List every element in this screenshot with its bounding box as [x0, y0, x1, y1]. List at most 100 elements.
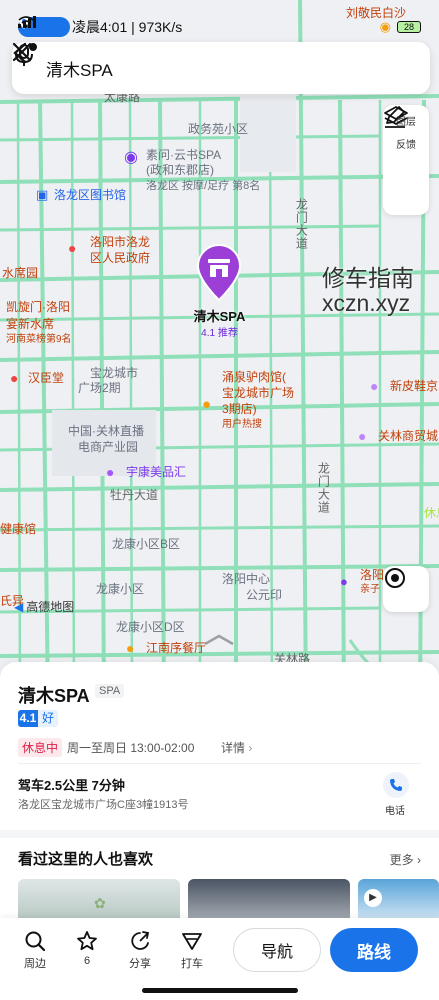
drive-info: 驾车2.5公里 7分钟: [18, 778, 125, 793]
amap-logo: ◀ 高德地图: [14, 598, 74, 615]
map-view[interactable]: 太康路 政务苑小区 ◉ 素问·云书SPA (政和东郡店) 洛龙区 按摩/足疗 第…: [0, 0, 439, 700]
map-label-area: 洛阳中心: [222, 572, 271, 586]
library-icon: ▣: [36, 187, 49, 202]
rating-score: 4.1: [18, 710, 38, 727]
map-poi-label: 宇康美品汇: [126, 465, 187, 479]
detail-label: 详情: [221, 741, 246, 755]
amap-arrow-icon: ◀: [14, 599, 24, 614]
spa-icon: ◉: [124, 149, 138, 166]
map-poi-label: 宝龙城市广场: [222, 386, 295, 400]
leaf-icon: ✿: [94, 895, 106, 911]
recommend-photo[interactable]: ✿: [18, 879, 180, 919]
recommend-photo[interactable]: ▶: [358, 879, 439, 919]
map-label-road: 龙门大道: [316, 462, 331, 514]
play-icon: ▶: [364, 889, 382, 907]
map-poi-label: 关林商贸城: [378, 429, 439, 443]
map-label-community: 政务苑小区: [188, 122, 249, 136]
restaurant-icon: ●: [126, 640, 135, 656]
recommend-photo[interactable]: [188, 879, 350, 919]
government-icon: ●: [68, 240, 77, 256]
route-button[interactable]: 路线: [330, 928, 418, 972]
opening-hours: 周一至周日 13:00-02:00: [67, 741, 195, 755]
search-input[interactable]: 清木SPA: [46, 56, 416, 81]
divider: [18, 763, 421, 764]
section-gap: [0, 830, 439, 838]
call-label: 电话: [385, 806, 405, 817]
selected-poi-pin[interactable]: [194, 244, 244, 302]
pin-label: 清木SPA: [193, 309, 246, 324]
feedback-label: 反馈: [396, 140, 416, 151]
map-poi-label: 洛龙区图书馆: [54, 188, 127, 202]
feedback-button[interactable]: 反馈: [385, 106, 416, 151]
status-icons: ◉ 28: [18, 16, 421, 35]
map-poi-label: 用户热搜: [222, 419, 262, 430]
map-poi-label: 区人民政府: [90, 251, 151, 265]
map-poi-label: 洛阳: [360, 568, 385, 582]
watermark-line: 修车指南: [322, 265, 414, 291]
clinic-icon: ●: [10, 370, 19, 386]
share-button[interactable]: 分享: [120, 930, 160, 971]
map-poi-label: 洛阳市洛龙: [90, 235, 151, 249]
status-time: 凌晨4:01 | 973K/s: [72, 19, 183, 35]
navigate-button[interactable]: 导航: [233, 928, 321, 972]
favorite-button[interactable]: 6: [67, 930, 107, 967]
alarm-icon: ◉: [379, 19, 391, 34]
search-bar[interactable]: 清木SPA: [12, 42, 430, 94]
wifi-icon: [18, 16, 34, 28]
map-label-community: 龙康小区D区: [116, 620, 185, 634]
home-indicator: [142, 988, 298, 993]
map-label-area: 广场2期: [78, 381, 121, 395]
edit-icon: [385, 106, 405, 128]
map-label-area: 公元印: [246, 588, 283, 602]
pin-rating: 4.1 推荐: [201, 328, 238, 339]
map-poi-label: 3期店): [222, 402, 257, 416]
map-poi-label: 休息: [424, 506, 439, 520]
poi-title: 清木SPA: [18, 686, 90, 706]
map-label-community: 龙康小区B区: [112, 537, 181, 551]
phone-icon: [390, 779, 402, 791]
map-label-road: 龙门大道: [294, 198, 309, 250]
search-icon: [25, 931, 46, 952]
shop-icon: ●: [370, 378, 379, 394]
shop-icon: ●: [106, 464, 115, 480]
favorite-count: 6: [83, 955, 91, 967]
map-poi-label: 新皮鞋京: [390, 379, 439, 393]
shop-icon: ●: [340, 574, 348, 589]
restaurant-icon: ●: [202, 396, 212, 413]
map-label-area: 宝龙城市: [90, 366, 139, 380]
status-badge: 休息中: [18, 738, 63, 757]
more-link[interactable]: 更多 ›: [390, 851, 421, 868]
call-button[interactable]: [383, 772, 409, 798]
rating-word: 好: [38, 710, 59, 727]
map-label-community: 龙康小区: [96, 582, 145, 596]
detail-link[interactable]: 详情 ›: [221, 739, 252, 756]
amap-logo-text: 高德地图: [26, 600, 75, 614]
battery-icon: 28: [397, 21, 421, 33]
locate-icon: [385, 568, 405, 588]
map-poi-label: 涌泉驴肉馆(: [222, 370, 286, 384]
map-poi-label: 素问·云书SPA: [146, 148, 222, 162]
chevron-right-icon: ›: [417, 853, 421, 867]
close-icon[interactable]: [12, 42, 32, 62]
map-label-road: 牡丹大道: [110, 488, 159, 502]
spa-pin-icon: [196, 244, 242, 302]
chevron-right-icon: ›: [248, 741, 253, 755]
nearby-button[interactable]: 周边: [15, 930, 55, 971]
map-poi-label: 健康馆: [0, 522, 37, 536]
map-poi-label: 洛龙区 按摩/足疗 第8名: [146, 180, 261, 192]
taxi-label: 打车: [181, 958, 203, 970]
map-poi-label: 亲子: [360, 584, 380, 595]
locate-button[interactable]: [383, 566, 429, 612]
address: 洛龙区宝龙城市广场C座3幢1913号: [18, 799, 189, 811]
nearby-label: 周边: [24, 958, 46, 970]
taxi-button[interactable]: 打车: [172, 930, 212, 971]
map-tools: 图层 反馈: [383, 105, 429, 215]
map-poi-label: 水席园: [2, 266, 39, 280]
map-label-area: 电商产业园: [78, 440, 139, 454]
poi-category: SPA: [95, 684, 125, 698]
share-icon: [131, 931, 150, 950]
battery-level: 28: [403, 22, 414, 32]
map-poi-label: (政和东郡店): [146, 163, 214, 177]
map-poi-label: 汉臣堂: [28, 371, 65, 385]
map-poi-label: 江南序餐厅: [146, 641, 207, 655]
